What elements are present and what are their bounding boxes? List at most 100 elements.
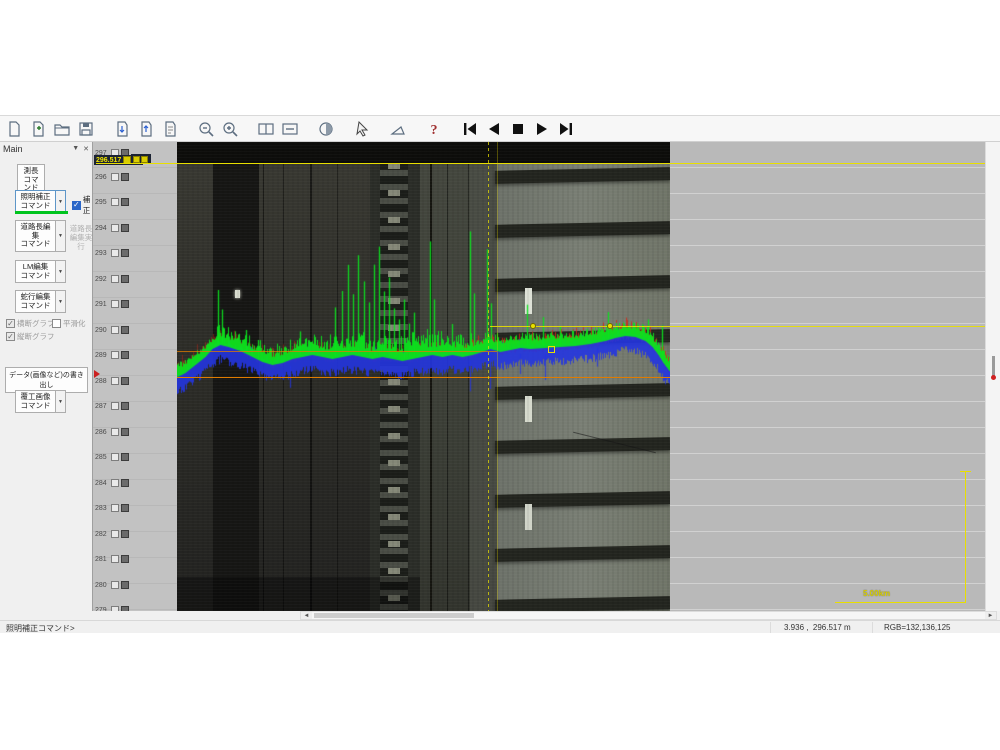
span-row[interactable]: 296	[95, 172, 129, 182]
marker-icon[interactable]	[133, 156, 140, 163]
image-page-icon[interactable]	[111, 453, 119, 461]
step-back-icon[interactable]	[484, 119, 504, 139]
image-page-icon[interactable]	[111, 249, 119, 257]
panel-close-icon[interactable]: ✕	[83, 145, 89, 153]
correction-checkbox[interactable]: ✓ 補正	[72, 194, 92, 216]
cross-graph-checkbox[interactable]: ✓ 横断グラフ	[6, 318, 55, 329]
save-icon[interactable]	[76, 119, 96, 139]
lm-edit-command-button[interactable]: LM編集 コマンド ▼	[15, 260, 66, 283]
span-row[interactable]: 289	[95, 350, 129, 360]
image-thumb-icon[interactable]	[121, 224, 129, 232]
span-row[interactable]: 295	[95, 197, 129, 207]
scroll-left-icon[interactable]: ◄	[301, 612, 312, 619]
image-page-icon[interactable]	[111, 504, 119, 512]
level-line-handle[interactable]	[530, 323, 536, 329]
smoothing-checkbox[interactable]: 平滑化	[52, 318, 86, 329]
span-row[interactable]: 287	[95, 401, 129, 411]
image-page-icon[interactable]	[111, 428, 119, 436]
image-page-icon[interactable]	[111, 300, 119, 308]
image-page-icon[interactable]	[111, 224, 119, 232]
image-thumb-icon[interactable]	[121, 173, 129, 181]
panel-pin-icon[interactable]: ▼	[72, 145, 79, 152]
chevron-down-icon[interactable]: ▼	[55, 190, 66, 213]
image-thumb-icon[interactable]	[121, 300, 129, 308]
image-page-icon[interactable]	[111, 326, 119, 334]
profile-graph-checkbox[interactable]: ✓ 縦断グラフ	[6, 331, 55, 342]
chevron-down-icon[interactable]: ▼	[55, 260, 66, 283]
span-row[interactable]: 282	[95, 529, 129, 539]
tunnel-scan-image[interactable]	[177, 142, 670, 611]
tile-horizontal-icon[interactable]	[280, 119, 300, 139]
image-thumb-icon[interactable]	[121, 479, 129, 487]
lining-image-command-button[interactable]: 覆工画像 コマンド ▼	[15, 390, 66, 413]
skip-first-icon[interactable]	[460, 119, 480, 139]
image-thumb-icon[interactable]	[121, 555, 129, 563]
level-line-handle[interactable]	[607, 323, 613, 329]
new-file-icon[interactable]	[4, 119, 24, 139]
span-row[interactable]: 283	[95, 503, 129, 513]
image-page-icon[interactable]	[111, 275, 119, 283]
image-thumb-icon[interactable]	[121, 504, 129, 512]
span-row[interactable]: 285	[95, 452, 129, 462]
lens-icon[interactable]	[316, 119, 336, 139]
meander-edit-command-button[interactable]: 蛇行編集 コマンド ▼	[15, 290, 66, 313]
image-thumb-icon[interactable]	[121, 402, 129, 410]
image-thumb-icon[interactable]	[121, 275, 129, 283]
open-folder-icon[interactable]	[52, 119, 72, 139]
chevron-down-icon[interactable]: ▼	[55, 290, 66, 313]
span-row[interactable]: 288	[95, 376, 129, 386]
image-thumb-icon[interactable]	[121, 249, 129, 257]
span-row[interactable]: 293	[95, 248, 129, 258]
page-export-icon[interactable]	[136, 119, 156, 139]
image-thumb-icon[interactable]	[121, 198, 129, 206]
active-command-underline	[15, 211, 68, 214]
horizontal-scrollbar-thumb[interactable]	[314, 613, 474, 618]
chevron-down-icon[interactable]: ▼	[55, 390, 66, 413]
stop-icon[interactable]	[508, 119, 528, 139]
image-page-icon[interactable]	[111, 555, 119, 563]
image-page-icon[interactable]	[111, 479, 119, 487]
angle-measure-icon[interactable]	[388, 119, 408, 139]
zoom-out-icon[interactable]	[196, 119, 216, 139]
image-page-icon[interactable]	[111, 351, 119, 359]
span-row[interactable]: 286	[95, 427, 129, 437]
image-thumb-icon[interactable]	[121, 581, 129, 589]
lighting-correction-command-button[interactable]: 照明補正 コマンド ▼	[15, 190, 66, 213]
horizontal-scrollbar[interactable]: ◄ ►	[300, 611, 997, 620]
image-thumb-icon[interactable]	[121, 428, 129, 436]
image-thumb-icon[interactable]	[121, 377, 129, 385]
span-row[interactable]: 281	[95, 554, 129, 564]
image-thumb-icon[interactable]	[121, 530, 129, 538]
road-length-edit-command-button[interactable]: 道路長編集 コマンド ▼	[15, 220, 66, 252]
image-page-icon[interactable]	[111, 198, 119, 206]
skip-last-icon[interactable]	[556, 119, 576, 139]
help-icon[interactable]: ?	[424, 119, 444, 139]
scroll-right-icon[interactable]: ►	[985, 612, 996, 619]
span-row[interactable]: 280	[95, 580, 129, 590]
chevron-down-icon[interactable]: ▼	[55, 220, 66, 252]
vertical-scrollbar[interactable]	[985, 142, 1000, 611]
image-thumb-icon[interactable]	[121, 351, 129, 359]
image-page-icon[interactable]	[111, 173, 119, 181]
image-thumb-icon[interactable]	[121, 453, 129, 461]
step-forward-icon[interactable]	[532, 119, 552, 139]
image-page-icon[interactable]	[111, 377, 119, 385]
panel-title: Main	[3, 144, 23, 154]
image-page-icon[interactable]	[111, 530, 119, 538]
tile-vertical-icon[interactable]	[256, 119, 276, 139]
select-cursor-icon[interactable]	[352, 119, 372, 139]
add-file-icon[interactable]	[28, 119, 48, 139]
marker-handle[interactable]	[548, 346, 555, 353]
span-row[interactable]: 290	[95, 325, 129, 335]
span-row[interactable]: 292	[95, 274, 129, 284]
span-row[interactable]: 291	[95, 299, 129, 309]
zoom-in-icon[interactable]	[220, 119, 240, 139]
marker-icon[interactable]	[141, 156, 148, 163]
image-thumb-icon[interactable]	[121, 326, 129, 334]
image-page-icon[interactable]	[111, 581, 119, 589]
page-note-icon[interactable]	[160, 119, 180, 139]
page-import-icon[interactable]	[112, 119, 132, 139]
image-page-icon[interactable]	[111, 402, 119, 410]
span-row[interactable]: 294	[95, 223, 129, 233]
span-row[interactable]: 284	[95, 478, 129, 488]
